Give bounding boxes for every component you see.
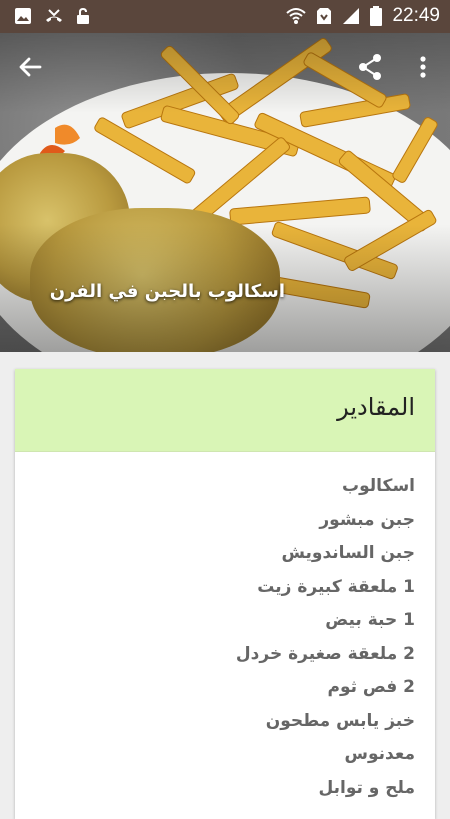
list-item: خبز يابس مطحون (265, 710, 415, 731)
card-title: المقادير (337, 393, 415, 421)
list-item: 1 ملعقة كبيرة زيت (257, 576, 415, 597)
image-icon (15, 8, 31, 24)
ingredients-list: اسكالوب جبن مبشور جبن الساندويش 1 ملعقة … (25, 470, 415, 805)
list-item: 2 ملعقة صغيرة خردل (235, 643, 415, 664)
wifi-icon (286, 8, 307, 24)
recipe-hero-image: اسكالوب بالجبن في الفرن (0, 33, 450, 352)
list-item: اسكالوب (342, 476, 415, 496)
share-icon[interactable] (356, 51, 384, 83)
list-item: 1 حبة بيض (325, 610, 415, 630)
ingredients-card: المقادير اسكالوب جبن مبشور جبن الساندويش… (15, 369, 435, 819)
card-header: المقادير (15, 369, 435, 452)
status-left-icons (14, 7, 90, 25)
missed-call-icon (46, 9, 62, 22)
data-saver-icon (317, 8, 332, 24)
unlock-icon (77, 7, 89, 24)
signal-icon (343, 8, 360, 24)
status-bar: 22:49 (0, 0, 450, 33)
status-right-icons: 22:49 (286, 5, 440, 27)
list-item: جبن الساندويش (281, 543, 416, 563)
status-time: 22:49 (392, 5, 440, 26)
more-vert-icon[interactable] (412, 51, 434, 83)
battery-icon (370, 6, 383, 26)
list-item: معدنوس (344, 744, 415, 764)
recipe-title: اسكالوب بالجبن في الفرن (49, 281, 285, 302)
list-item: 2 فص ثوم (327, 677, 415, 697)
list-item: جبن مبشور (319, 509, 415, 530)
back-arrow-icon[interactable] (14, 51, 46, 83)
